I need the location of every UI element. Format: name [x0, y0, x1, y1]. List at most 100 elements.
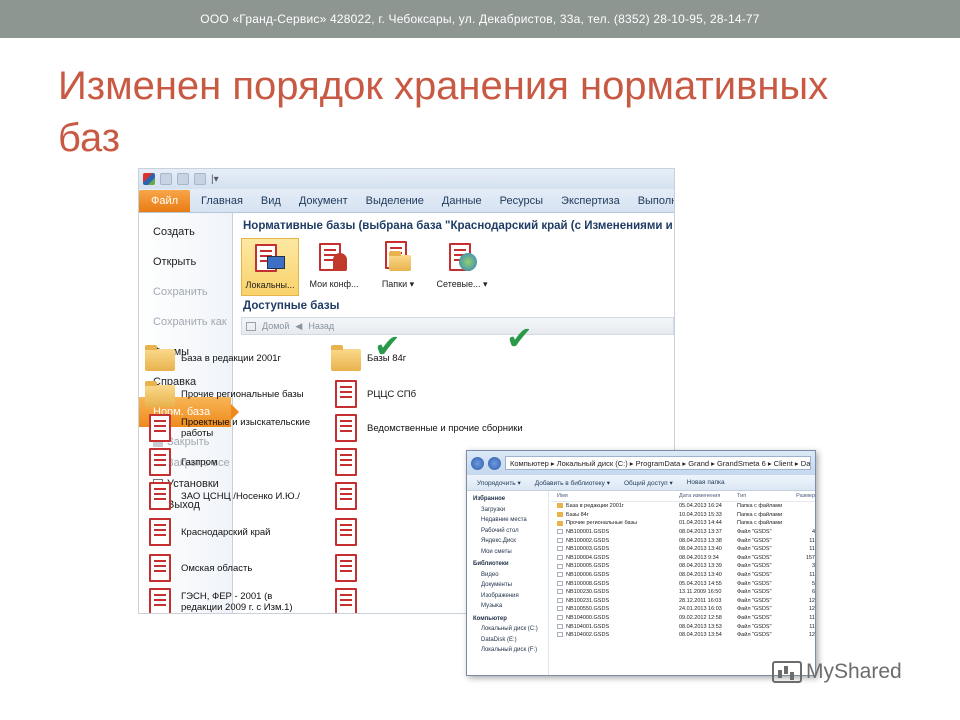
- nav-pane-item-13[interactable]: DataDisk (E:): [467, 637, 548, 648]
- app-logo-icon[interactable]: [143, 173, 155, 185]
- back-link[interactable]: Назад: [308, 321, 334, 331]
- file-size: 11: [809, 615, 815, 622]
- db-source-label: Папки ▾: [381, 279, 415, 289]
- nav-pane-item-2[interactable]: Недавние места: [467, 517, 548, 528]
- tab-7[interactable]: Экспертиза: [552, 190, 629, 212]
- tab-8[interactable]: Выполнение: [629, 190, 674, 212]
- file-row[interactable]: NB100001.GSDS 08.04.2013 13:37 Файл "GSDS"…: [551, 528, 815, 537]
- file-row[interactable]: NB100008.GSDS 05.04.2013 14:55 Файл "GSDS"…: [551, 579, 815, 588]
- tab-3[interactable]: Документ: [290, 190, 357, 212]
- tab-5[interactable]: Данные: [433, 190, 491, 212]
- backstage-item-0[interactable]: Создать: [139, 217, 232, 247]
- column-header-2[interactable]: Тип: [737, 493, 789, 499]
- db-item[interactable]: ЗАО ЦСНЦ /Носенко И.Ю./: [145, 481, 311, 511]
- nav-pane-item-4[interactable]: Яндекс.Диск: [467, 538, 548, 549]
- column-header-0[interactable]: Имя: [551, 493, 679, 499]
- db-book-icon: [331, 413, 361, 443]
- file-name: NB100001.GSDS: [551, 529, 679, 535]
- db-item[interactable]: РЦЦС СПб: [331, 379, 527, 409]
- db-item[interactable]: Ведомственные и прочие сборники: [331, 413, 527, 443]
- undo-icon[interactable]: [177, 173, 189, 185]
- nav-pane-item-11[interactable]: Компьютер: [467, 616, 548, 627]
- address-path[interactable]: Компьютер ▸ Локальный диск (C:) ▸ Progra…: [505, 456, 811, 470]
- backstage-item-1[interactable]: Открыть: [139, 247, 232, 277]
- db-source-button-0[interactable]: Локальны...: [241, 238, 299, 296]
- file-row[interactable]: NB100005.GSDS 08.04.2013 13:39 Файл "GSDS"…: [551, 562, 815, 571]
- file-row[interactable]: NB100004.GSDS 08.04.2013 9:34 Файл "GSDS" 1…: [551, 554, 815, 563]
- file-name-text: Базы 84г: [566, 511, 589, 518]
- tab-4[interactable]: Выделение: [357, 190, 433, 212]
- forward-nav-icon[interactable]: [488, 456, 501, 470]
- db-book-icon[interactable]: [331, 553, 361, 583]
- file-icon: [557, 589, 563, 595]
- file-row[interactable]: NB100231.GSDS 28.12.2011 16:03 Файл "GSDS"…: [551, 597, 815, 606]
- db-item[interactable]: Газпром: [145, 447, 311, 477]
- watermark: MyShared: [772, 660, 902, 684]
- nav-pane-item-0[interactable]: Избранное: [467, 496, 548, 507]
- db-item[interactable]: Прочие региональные базы: [145, 379, 311, 409]
- nav-pane-item-9[interactable]: Изображения: [467, 593, 548, 604]
- nav-pane-item-8[interactable]: Документы: [467, 582, 548, 593]
- back-nav-icon[interactable]: [471, 456, 484, 470]
- file-name-text: NB100004.GSDS: [566, 554, 610, 561]
- db-item[interactable]: База в редакции 2001г: [145, 343, 311, 373]
- file-type: Файл "GSDS": [737, 632, 772, 639]
- file-row[interactable]: Базы 84г 10.04.2013 15:33 Папка с файлами: [551, 511, 815, 520]
- explorer-tool-2[interactable]: Общий доступ ▾: [624, 479, 673, 487]
- file-row[interactable]: NB104002.GSDS 08.04.2013 13:54 Файл "GSDS"…: [551, 631, 815, 640]
- file-name-text: NB100005.GSDS: [566, 563, 610, 570]
- db-book-icon[interactable]: [331, 481, 361, 511]
- file-row[interactable]: База в редакции 2001г 05.04.2013 16:24 Пап…: [551, 502, 815, 511]
- tab-1[interactable]: Главная: [192, 190, 252, 212]
- explorer-tool-1[interactable]: Добавить в библиотеку ▾: [535, 479, 610, 487]
- nav-pane-item-3[interactable]: Рабочий стол: [467, 528, 548, 539]
- nav-pane-item-14[interactable]: Локальный диск (F:): [467, 647, 548, 658]
- nav-pane-item-6[interactable]: Библиотеки: [467, 561, 548, 572]
- nav-pane-item-10[interactable]: Музыка: [467, 603, 548, 614]
- backstage-item-2[interactable]: Сохранить: [139, 277, 232, 307]
- db-book-icon: [145, 481, 175, 511]
- nav-pane-item-5[interactable]: Мои сметы: [467, 549, 548, 560]
- db-item[interactable]: ГЭСН, ФЕР - 2001 (в редакции 2009 г. с И…: [145, 587, 311, 613]
- backstage-item-3[interactable]: Сохранить как: [139, 307, 232, 337]
- nav-pane-item-12[interactable]: Локальный диск (C:): [467, 626, 548, 637]
- file-row[interactable]: NB100003.GSDS 08.04.2013 13:40 Файл "GSDS"…: [551, 545, 815, 554]
- file-row[interactable]: Прочие региональные базы 01.04.2013 14:44…: [551, 519, 815, 528]
- back-arrow-icon[interactable]: ◀: [295, 321, 302, 332]
- db-book-icon[interactable]: [331, 447, 361, 477]
- db-source-button-3[interactable]: Сетевые... ▾: [433, 238, 491, 296]
- file-row[interactable]: NB100006.GSDS 08.04.2013 13:40 Файл "GSDS"…: [551, 571, 815, 580]
- db-book-icon[interactable]: [331, 517, 361, 547]
- home-link[interactable]: Домой: [262, 321, 289, 331]
- tab-2[interactable]: Вид: [252, 190, 290, 212]
- db-item[interactable]: Проектные и изыскательские работы: [145, 413, 311, 443]
- nav-pane-item-1[interactable]: Загрузки: [467, 507, 548, 518]
- column-header-3[interactable]: Размер: [789, 493, 815, 499]
- nav-pane-item-7[interactable]: Видео: [467, 572, 548, 583]
- db-item[interactable]: Базы 84г: [331, 343, 527, 373]
- db-book-icon[interactable]: [331, 587, 361, 613]
- file-row[interactable]: NB100230.GSDS 13.11.2009 16:50 Файл "GSDS"…: [551, 588, 815, 597]
- db-item[interactable]: Омская область: [145, 553, 311, 583]
- save-icon[interactable]: [160, 173, 172, 185]
- tab-6[interactable]: Ресурсы: [491, 190, 552, 212]
- file-type: Файл "GSDS": [737, 563, 772, 570]
- home-icon[interactable]: [246, 321, 256, 331]
- file-name-text: База в редакции 2001г: [566, 503, 624, 510]
- db-item[interactable]: Краснодарский край: [145, 517, 311, 547]
- file-row[interactable]: NB104000.GSDS 09.02.2012 12:58 Файл "GSDS"…: [551, 614, 815, 623]
- column-header-1[interactable]: Дата изменения: [679, 493, 737, 499]
- file-type: Файл "GSDS": [737, 589, 772, 596]
- explorer-tool-3[interactable]: Новая папка: [687, 479, 725, 486]
- db-source-button-1[interactable]: Мои конф...: [305, 238, 363, 296]
- file-type: Папка с файлами: [737, 520, 783, 527]
- file-row[interactable]: NB100002.GSDS 08.04.2013 13:38 Файл "GSDS"…: [551, 536, 815, 545]
- tab-0[interactable]: Файл: [139, 190, 191, 212]
- explorer-tool-0[interactable]: Упорядочить ▾: [477, 479, 521, 487]
- file-row[interactable]: NB104001.GSDS 08.04.2013 13:53 Файл "GSDS"…: [551, 622, 815, 631]
- file-type: Файл "GSDS": [737, 615, 772, 622]
- customize-qat-icon[interactable]: |▾: [211, 174, 219, 185]
- redo-icon[interactable]: [194, 173, 206, 185]
- db-source-button-2[interactable]: Папки ▾: [369, 238, 427, 296]
- file-row[interactable]: NB100550.GSDS 24.01.2013 16:03 Файл "GSDS"…: [551, 605, 815, 614]
